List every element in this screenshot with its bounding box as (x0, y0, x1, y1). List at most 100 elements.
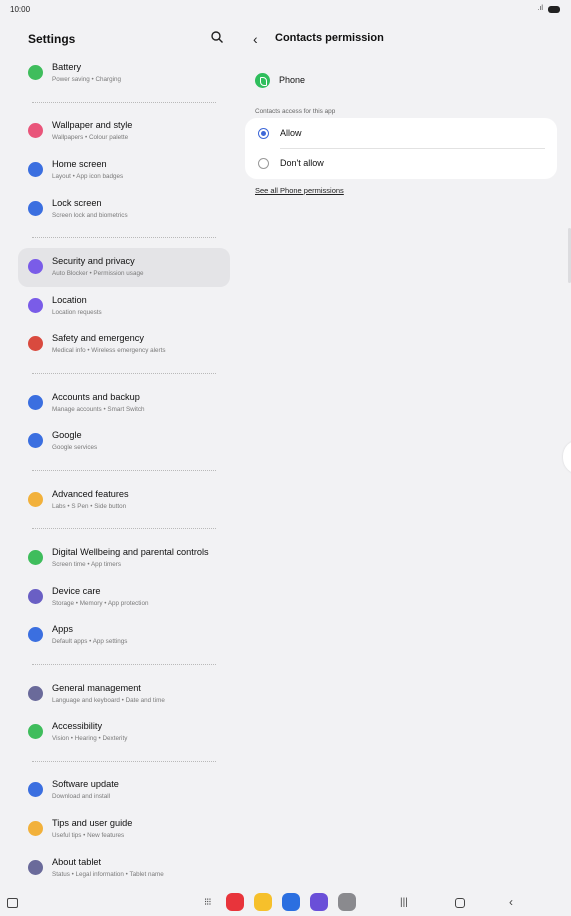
settings-item-subtitle: Download and install (52, 793, 111, 801)
settings-item-about-tablet[interactable]: About tablet Status • Legal information •… (18, 849, 230, 888)
settings-header: Settings (18, 22, 230, 54)
recents-button[interactable]: ||| (400, 897, 408, 908)
settings-item-location[interactable]: Location Location requests (18, 287, 230, 326)
navigation-bar: ⁝⁝⁝ ||| ‹ (0, 890, 571, 916)
settings-item-title: Lock screen (52, 197, 102, 208)
wellbeing-icon (28, 549, 43, 565)
settings-item-google[interactable]: Google Google services (18, 422, 230, 461)
settings-item-subtitle: Language and keyboard • Date and time (52, 696, 165, 704)
settings-item-security-and-privacy[interactable]: Security and privacy Auto Blocker • Permi… (18, 247, 230, 287)
settings-item-subtitle: Layout • App icon badges (52, 172, 124, 180)
search-icon[interactable] (210, 30, 224, 44)
settings-item-subtitle: Labs • S Pen • Side button (52, 502, 127, 510)
page-title: Settings (28, 32, 76, 46)
settings-item-software-update[interactable]: Software update Download and install (18, 771, 230, 810)
group-divider (18, 228, 230, 248)
app-camera-icon[interactable] (338, 893, 356, 911)
lock-icon (28, 200, 43, 216)
radio-allow[interactable] (258, 128, 269, 139)
settings-item-title: Accounts and backup (52, 391, 140, 402)
home-button[interactable] (455, 898, 465, 908)
settings-item-title: Accessibility (52, 721, 103, 732)
google-icon (28, 433, 43, 449)
info-icon (28, 859, 43, 875)
settings-panel: Settings Battery Power saving • Charging W… (18, 22, 230, 887)
settings-item-subtitle: Status • Legal information • Tablet name (52, 870, 164, 878)
settings-item-subtitle: Default apps • App settings (52, 638, 128, 646)
app-chat-icon[interactable] (282, 893, 300, 911)
sync-icon (28, 394, 43, 410)
settings-item-subtitle: Power saving • Charging (52, 76, 122, 83)
location-icon (28, 297, 43, 313)
app-name: Phone (279, 75, 306, 85)
settings-item-subtitle: Manage accounts • Smart Switch (52, 405, 145, 413)
sliders-icon (28, 685, 43, 701)
keyboard-icon[interactable] (7, 898, 18, 908)
app-red-icon[interactable] (226, 893, 244, 911)
settings-item-accessibility[interactable]: Accessibility Vision • Hearing • Dexterit… (18, 713, 230, 752)
option-dont-allow[interactable]: Don't allow (245, 148, 557, 178)
settings-item-title: Digital Wellbeing and parental controls (52, 546, 209, 557)
settings-item-title: Advanced features (52, 488, 129, 499)
settings-item-apps[interactable]: Apps Default apps • App settings (18, 616, 230, 655)
settings-item-subtitle: Vision • Hearing • Dexterity (52, 735, 128, 743)
option-allow[interactable]: Allow (245, 118, 557, 149)
settings-item-title: General management (52, 682, 141, 693)
battery-status-icon (548, 6, 560, 13)
back-icon[interactable]: ‹ (253, 31, 258, 47)
signal-icon: .ıl (537, 5, 543, 12)
settings-item-title: Battery (52, 62, 82, 72)
detail-title: Contacts permission (275, 32, 384, 44)
settings-item-title: Google (52, 430, 82, 441)
settings-item-subtitle: Location requests (52, 308, 102, 316)
apps-icon (28, 627, 43, 643)
settings-item-advanced-features[interactable]: Advanced features Labs • S Pen • Side but… (18, 481, 230, 520)
device-care-icon (28, 588, 43, 604)
settings-item-subtitle: Google services (52, 444, 98, 452)
detail-header: ‹ Contacts permission (245, 22, 557, 54)
group-divider (18, 752, 230, 772)
accessibility-icon (28, 724, 43, 740)
edge-panel-tab[interactable] (563, 440, 571, 474)
app-folder-icon[interactable] (254, 893, 272, 911)
settings-item-battery[interactable]: Battery Power saving • Charging (18, 54, 230, 93)
app-internet-icon[interactable] (310, 893, 328, 911)
settings-item-title: Wallpaper and style (52, 120, 133, 131)
settings-item-device-care[interactable]: Device care Storage • Memory • App protec… (18, 578, 230, 617)
home-icon (28, 161, 43, 177)
settings-item-title: Software update (52, 779, 119, 790)
update-icon (28, 782, 43, 798)
status-time: 10:00 (10, 5, 31, 14)
settings-item-wallpaper-and-style[interactable]: Wallpaper and style Wallpapers • Colour p… (18, 112, 230, 151)
settings-item-subtitle: Medical info • Wireless emergency alerts (52, 347, 166, 355)
settings-item-subtitle: Auto Blocker • Permission usage (52, 269, 144, 277)
settings-item-tips-and-user-guide[interactable]: Tips and user guide Useful tips • New fea… (18, 810, 230, 849)
section-label: Contacts access for this app (255, 108, 336, 115)
settings-item-safety-and-emergency[interactable]: Safety and emergency Medical info • Wirel… (18, 325, 230, 364)
app-drawer-icon[interactable]: ⁝⁝⁝ (204, 897, 211, 908)
settings-item-digital-wellbeing-and-parental-controls[interactable]: Digital Wellbeing and parental controls S… (18, 539, 230, 578)
settings-item-title: Tips and user guide (52, 818, 133, 829)
settings-item-subtitle: Wallpapers • Colour palette (52, 134, 129, 142)
settings-item-title: Security and privacy (52, 255, 135, 266)
settings-item-subtitle: Screen time • App timers (52, 560, 122, 568)
option-label: Don't allow (280, 158, 324, 168)
back-button[interactable]: ‹ (509, 895, 513, 909)
emergency-icon (28, 336, 43, 352)
status-bar: 10:00 .ıl (0, 0, 571, 20)
radio-dont-allow[interactable] (258, 158, 269, 169)
group-divider (18, 461, 230, 481)
settings-item-accounts-and-backup[interactable]: Accounts and backup Manage accounts • Sma… (18, 384, 230, 423)
battery-icon (28, 65, 43, 80)
settings-item-general-management[interactable]: General management Language and keyboard … (18, 675, 230, 714)
option-label: Allow (280, 128, 302, 138)
see-all-permissions-link[interactable]: See all Phone permissions (255, 186, 344, 195)
group-divider (18, 93, 230, 113)
group-divider (18, 519, 230, 539)
phone-app-icon (255, 73, 270, 88)
wallpaper-icon (28, 123, 43, 139)
settings-item-title: Location (52, 294, 87, 305)
settings-item-lock-screen[interactable]: Lock screen Screen lock and biometrics (18, 190, 230, 229)
settings-item-home-screen[interactable]: Home screen Layout • App icon badges (18, 151, 230, 190)
settings-item-subtitle: Useful tips • New features (52, 832, 125, 840)
